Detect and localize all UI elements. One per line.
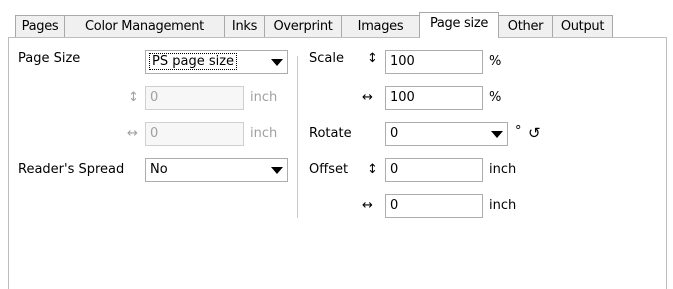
page-size-value: PS page size xyxy=(148,53,238,70)
page-height-unit: inch xyxy=(250,90,278,105)
tab-overprint[interactable]: Overprint xyxy=(264,15,342,37)
offset-horizontal-unit: inch xyxy=(489,198,517,213)
offset-horizontal-input[interactable]: 0 xyxy=(385,194,483,218)
rotate-label: Rotate xyxy=(309,126,352,141)
height-icon: ↕ xyxy=(128,90,139,105)
chevron-down-icon xyxy=(271,59,283,66)
offset-label: Offset xyxy=(309,162,349,177)
width-icon: ↔ xyxy=(127,126,138,141)
page-height-input[interactable]: 0 xyxy=(145,86,244,110)
chevron-down-icon xyxy=(491,131,503,138)
horizontal-offset-icon: ↔ xyxy=(362,198,373,213)
tab-output[interactable]: Output xyxy=(552,15,613,37)
tab-color-management[interactable]: Color Management xyxy=(64,15,225,37)
offset-vertical-input[interactable]: 0 xyxy=(385,158,483,182)
vertical-offset-icon: ↕ xyxy=(367,162,378,177)
column-divider xyxy=(297,56,298,218)
tab-inks[interactable]: Inks xyxy=(224,15,265,37)
horizontal-scale-icon: ↔ xyxy=(362,90,373,105)
tab-page-size[interactable]: Page size xyxy=(419,12,499,38)
rotate-reset-icon[interactable]: ↺ xyxy=(528,124,541,142)
readers-spread-label: Reader's Spread xyxy=(18,162,125,177)
page-size-label: Page Size xyxy=(18,51,81,66)
readers-spread-value: No xyxy=(150,162,168,177)
scale-vertical-unit: % xyxy=(489,54,502,69)
offset-vertical-unit: inch xyxy=(489,162,517,177)
rotate-value: 0 xyxy=(390,126,399,141)
scale-vertical-input[interactable]: 100 xyxy=(385,50,483,74)
page-width-input[interactable]: 0 xyxy=(145,122,244,146)
degree-unit: ° xyxy=(515,124,522,139)
tab-other[interactable]: Other xyxy=(498,15,553,37)
vertical-scale-icon: ↕ xyxy=(367,51,378,66)
page-width-unit: inch xyxy=(250,126,278,141)
scale-horizontal-input[interactable]: 100 xyxy=(385,86,483,110)
scale-horizontal-unit: % xyxy=(489,90,502,105)
chevron-down-icon xyxy=(271,167,283,174)
rotate-select[interactable]: 0 xyxy=(385,122,508,146)
page-size-select[interactable]: PS page size xyxy=(145,50,288,74)
tab-images[interactable]: Images xyxy=(341,15,420,37)
readers-spread-select[interactable]: No xyxy=(145,158,288,182)
tab-pages[interactable]: Pages xyxy=(15,15,65,37)
scale-label: Scale xyxy=(309,51,344,66)
